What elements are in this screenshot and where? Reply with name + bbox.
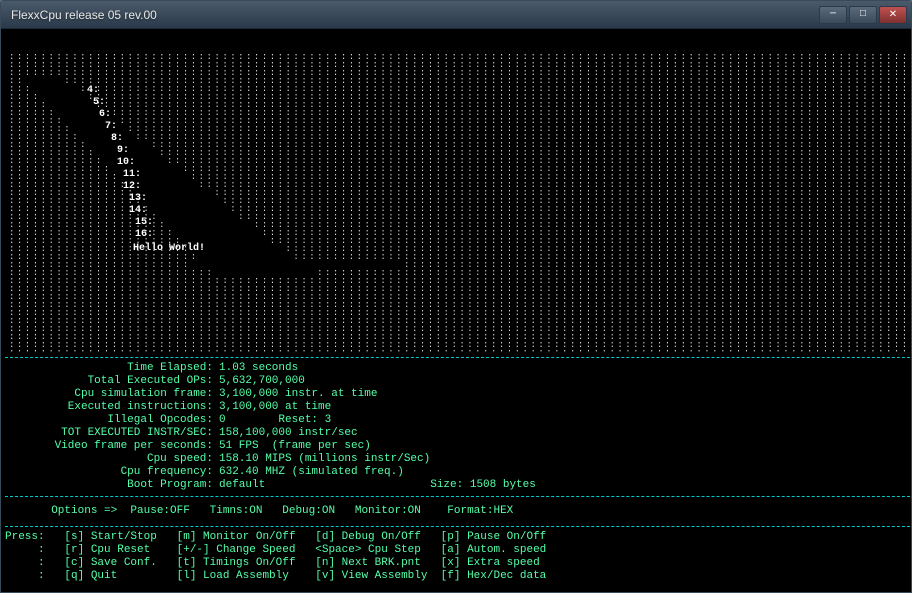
- stat-row: Time Elapsed:1.03 seconds: [5, 362, 912, 375]
- minimize-button[interactable]: ─: [819, 6, 847, 24]
- window-title: FlexxCpu release 05 rev.00: [11, 8, 817, 22]
- stat-row: Cpu speed:158.10 MIPS (millions instr/Se…: [5, 453, 912, 466]
- keybinds-panel: Press: [s] Start/Stop [m] Monitor On/Off…: [5, 531, 912, 583]
- stat-row: Cpu simulation frame:3,100,000 instr. at…: [5, 388, 912, 401]
- left-panel: ::::::::::::::::::::::::::::::::::::::::…: [5, 33, 912, 588]
- stat-label: TOT EXECUTED INSTR/SEC:: [5, 427, 213, 440]
- stat-value: 3,100,000 instr. at time: [213, 388, 377, 401]
- maximize-button[interactable]: □: [849, 6, 877, 24]
- video-screen: ::::::::::::::::::::::::::::::::::::::::…: [5, 33, 912, 353]
- stat-value: 3,100,000 at time: [213, 401, 331, 414]
- stat-label: Illegal Opcodes:: [5, 414, 213, 427]
- app-window: FlexxCpu release 05 rev.00 ─ □ ✕ :::::::…: [0, 0, 912, 593]
- divider-mid: [5, 496, 912, 497]
- stat-value: 0 Reset: 3: [213, 414, 331, 427]
- titlebar[interactable]: FlexxCpu release 05 rev.00 ─ □ ✕: [1, 1, 911, 29]
- stat-row: Boot Program:default Size: 1508 bytes: [5, 479, 912, 492]
- divider-top: [5, 357, 912, 358]
- stat-label: Total Executed OPs:: [5, 375, 213, 388]
- stat-label: Cpu simulation frame:: [5, 388, 213, 401]
- stat-label: Executed instructions:: [5, 401, 213, 414]
- close-button[interactable]: ✕: [879, 6, 907, 24]
- stat-label: Cpu speed:: [5, 453, 213, 466]
- stat-value: 5,632,700,000: [213, 375, 305, 388]
- stat-value: 51 FPS (frame per sec): [213, 440, 371, 453]
- stat-label: Boot Program:: [5, 479, 213, 492]
- stat-label: Video frame per seconds:: [5, 440, 213, 453]
- stat-label: Time Elapsed:: [5, 362, 213, 375]
- stat-value: default Size: 1508 bytes: [213, 479, 536, 492]
- stat-row: TOT EXECUTED INSTR/SEC:158,100,000 instr…: [5, 427, 912, 440]
- stat-row: Executed instructions:3,100,000 at time: [5, 401, 912, 414]
- stat-row: Total Executed OPs:5,632,700,000: [5, 375, 912, 388]
- stat-label: Cpu frequency:: [5, 466, 213, 479]
- stat-value: 158,100,000 instr/sec: [213, 427, 358, 440]
- screen-hello-text: Hello World!: [85, 243, 205, 255]
- stats-panel: Time Elapsed:1.03 secondsTotal Executed …: [5, 362, 912, 492]
- content-area: ::::::::::::::::::::::::::::::::::::::::…: [1, 29, 911, 592]
- options-line: Options => Pause:OFF Timns:ON Debug:ON M…: [5, 505, 912, 518]
- stat-value: 158.10 MIPS (millions instr/Sec): [213, 453, 430, 466]
- stat-row: Illegal Opcodes:0 Reset: 3: [5, 414, 912, 427]
- screen-overlay-numbers: 4: 5: 6: 7: 8: 9: 10: 11: 12: 13:: [9, 37, 153, 241]
- stat-value: 1.03 seconds: [213, 362, 298, 375]
- stat-row: Video frame per seconds:51 FPS (frame pe…: [5, 440, 912, 453]
- divider-opts: [5, 526, 912, 527]
- stat-row: Cpu frequency:632.40 MHZ (simulated freq…: [5, 466, 912, 479]
- stat-value: 632.40 MHZ (simulated freq.): [213, 466, 404, 479]
